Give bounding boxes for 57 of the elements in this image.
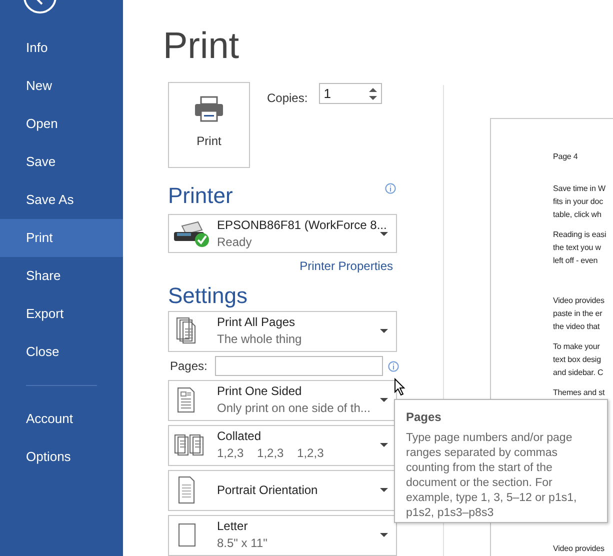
info-icon[interactable] [385, 183, 396, 194]
paragraph-text: Reading is easi the text you w left off - even [553, 229, 606, 267]
settings-dropdown[interactable]: Letter 8.5" x 11" [168, 514, 397, 556]
nav-item[interactable]: Share [0, 257, 123, 295]
page-title: Print [163, 27, 240, 68]
printer-properties-link[interactable]: Printer Properties [300, 257, 393, 276]
mouse-cursor-icon [394, 378, 406, 396]
option-subtitle: Only print on one side of th... [217, 400, 370, 418]
printer-dropdown[interactable]: EPSONB86F81 (WorkForce 8... Ready [168, 214, 397, 254]
printer-status: Ready [217, 234, 252, 251]
tooltip-title: Pages [406, 409, 442, 426]
copies-spinner[interactable]: 1 [318, 83, 382, 104]
printer-icon [194, 96, 224, 122]
dropdown-arrow-icon [380, 532, 388, 537]
nav-item[interactable]: Info [0, 29, 123, 67]
dropdown-arrow-icon [380, 328, 388, 333]
nav-item[interactable]: New [0, 67, 123, 105]
copies-label: Copies: [267, 90, 308, 108]
pages-field[interactable] [215, 356, 383, 376]
dropdown-arrow-icon [380, 442, 388, 447]
paragraph-text: To make your text box desig and sidebar. C [553, 341, 604, 379]
option-title: Print All Pages [217, 314, 296, 330]
dropdown-arrow-icon [380, 398, 388, 402]
nav-item[interactable]: Account [0, 400, 123, 438]
settings-dropdown[interactable]: Print All Pages The whole thing [168, 310, 397, 352]
nav-item[interactable]: Export [0, 295, 123, 333]
page-header-text: Page 4 [553, 151, 578, 163]
settings-dropdown[interactable]: Print One Sided Only print on one side of th... [168, 380, 397, 421]
print-button[interactable]: Print [168, 82, 250, 168]
option-subtitle: 1,2,3 1,2,3 1,2,3 [217, 445, 324, 462]
settings-dropdown[interactable]: Portrait Orientation [168, 470, 397, 511]
paragraph-text: Themes and st [553, 387, 605, 399]
nav-item[interactable]: Open [0, 105, 123, 143]
section-heading: Printer [168, 185, 233, 208]
paragraph-text: Video provides paste in the er the video that [553, 295, 604, 333]
option-title: Letter [217, 518, 248, 534]
nav-item[interactable]: Save [0, 143, 123, 181]
option-title: Collated [217, 428, 262, 444]
printer-ready-icon [172, 220, 212, 248]
option-subtitle: 8.5" x 11" [217, 535, 268, 552]
nav-item[interactable]: Save As [0, 181, 123, 219]
info-icon[interactable] [388, 361, 399, 372]
pages-label: Pages: [170, 358, 208, 375]
nav-item[interactable]: Close [0, 333, 123, 371]
option-title: Print One Sided [217, 383, 302, 400]
printer-name: EPSONB86F81 (WorkForce 8... [217, 216, 387, 233]
nav-item[interactable]: Print [0, 219, 123, 257]
paragraph-text: Save time in W fits in your doc table, click wh [553, 183, 606, 221]
spinner-arrows-icon[interactable] [368, 86, 377, 101]
dropdown-arrow-icon [380, 232, 388, 236]
nav-item[interactable]: Options [0, 438, 123, 476]
tooltip-text: Type page numbers and/or page ranges separated by commas counting from the start of the document or the section. For example, type 1, 3, 5–12 or p1s1, p1s2, p1s3–p8s3 [406, 431, 578, 521]
section-heading: Settings [168, 285, 248, 310]
option-subtitle: The whole thing [217, 331, 302, 348]
option-title: Portrait Orientation [217, 482, 318, 498]
dropdown-arrow-icon [380, 488, 388, 492]
paragraph-text: Video provides [553, 543, 604, 555]
